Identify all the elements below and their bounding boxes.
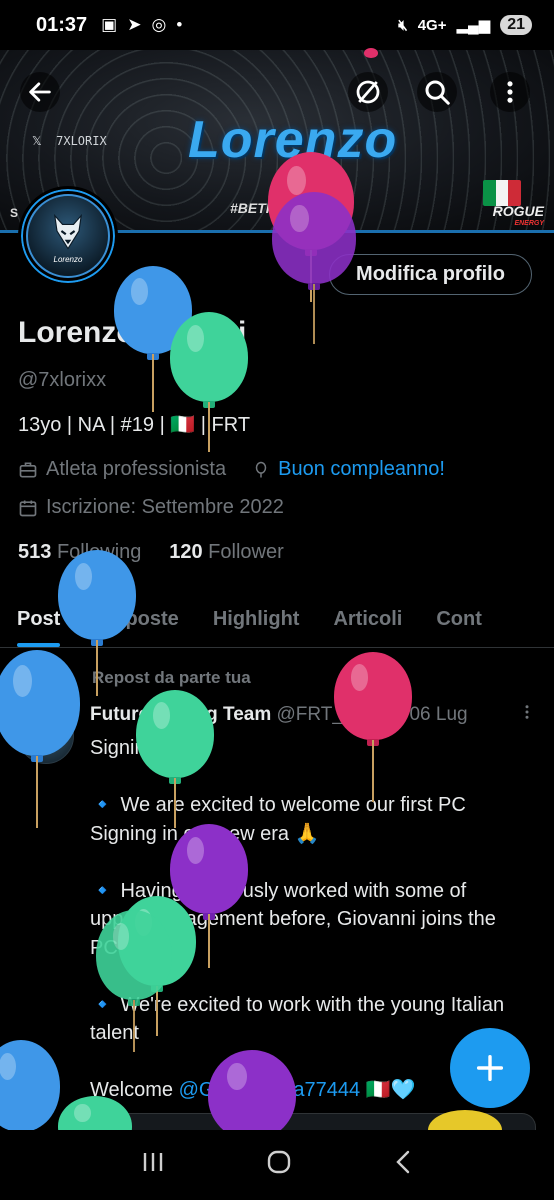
banner-title: Lorenzo [188, 111, 398, 169]
avatar-logo: Lorenzo [26, 194, 110, 278]
profile-bio: 13yo | NA | #19 | 🇮🇹 | FRT [18, 414, 251, 436]
banner-handle-text: 7XLORIX [56, 134, 107, 148]
search-button[interactable] [417, 72, 457, 112]
grok-button[interactable] [348, 72, 388, 112]
profile-avatar[interactable]: Lorenzo [18, 186, 118, 286]
dot-icon: • [176, 15, 183, 34]
tab-posts[interactable]: Post [0, 598, 77, 647]
edit-profile-button[interactable]: Modifica profilo [329, 254, 532, 295]
followers-link[interactable]: 120 Follower [169, 541, 284, 563]
signal-icon: ▂▄▆ [456, 17, 491, 34]
tab-replies[interactable]: Risposte [77, 598, 195, 647]
wolf-logo-icon [53, 213, 83, 250]
briefcase-icon [19, 462, 37, 477]
post-more-button[interactable] [518, 702, 536, 728]
post-para2: Having previously worked with some of up… [90, 879, 502, 959]
post-author-name[interactable]: Future Racing Team [90, 704, 271, 725]
search-icon [425, 80, 450, 105]
back-nav-button[interactable] [392, 1149, 414, 1182]
avatar-caption: Lorenzo [53, 254, 83, 264]
more-vertical-icon [507, 81, 513, 103]
chevron-left-icon [396, 1150, 410, 1173]
banner-x-handle: 𝕏 7XLORIX [32, 134, 107, 148]
post-line1: Signing [90, 737, 157, 759]
home-button[interactable] [266, 1149, 292, 1182]
network-label: 4G+ [417, 16, 447, 34]
diamond-icon: 🔹 [90, 794, 115, 816]
system-navigation-bar [0, 1130, 554, 1200]
balloon-decoration [0, 1040, 60, 1132]
repost-label: Repost da parte tua [92, 668, 251, 687]
compose-button[interactable] [450, 1028, 530, 1108]
post-para3: We're excited to work with the young Ita… [90, 993, 510, 1045]
profile-joined-row: Iscrizione: Settembre 2022 [18, 496, 284, 519]
recents-icon [143, 1152, 163, 1171]
calendar-icon [19, 500, 37, 516]
home-icon [267, 1150, 291, 1173]
post-author-handle[interactable]: @FRT_Rac... [277, 704, 393, 725]
tab-articles[interactable]: Articoli [316, 598, 419, 647]
italy-flag [483, 180, 521, 206]
followers-label: Follower [208, 541, 284, 563]
mute-icon: 🔇︎ [398, 16, 408, 34]
post-author-avatar[interactable] [18, 708, 74, 764]
tab-content[interactable]: Cont [419, 598, 499, 647]
status-time: 01:37 [36, 13, 88, 36]
post-date: · 06 Lug [397, 704, 468, 725]
back-arrow-icon [29, 82, 51, 102]
sponsor-sub: ENERGY [514, 220, 544, 227]
profile-stats: 513 Following 120 Follower [18, 541, 284, 564]
diamond-icon: 🔹 [90, 993, 115, 1016]
following-label: Following [56, 541, 142, 563]
back-button[interactable] [20, 72, 60, 112]
birthday-link[interactable]: Buon compleanno! [278, 458, 445, 481]
repost-icon [55, 668, 71, 688]
profile-category: Atleta professionista [46, 458, 227, 480]
banner-sponsor: ROGUE ENERGY [493, 204, 544, 229]
banner-left-mark: S [10, 206, 19, 220]
banner-hashtag: #BETHE... [230, 200, 297, 216]
screenshot-icon: ▣ [101, 15, 118, 34]
post-header: Future Racing Team @FRT_Rac... · 06 Lug [90, 704, 468, 726]
profile-joined: Iscrizione: Settembre 2022 [46, 496, 284, 518]
followers-count: 120 [169, 541, 203, 563]
profile-name: Lorenzo Ferrieri [18, 316, 247, 349]
recents-button[interactable] [140, 1150, 166, 1181]
plus-icon [476, 1054, 504, 1082]
more-button[interactable] [490, 72, 530, 112]
profile-meta-row: Atleta professionista Buon compleanno! [18, 458, 445, 481]
telegram-icon: ➤ [127, 15, 142, 34]
tab-highlights[interactable]: Highlight [196, 598, 317, 647]
notification-icons: ▣ ➤ ◎ • [101, 15, 182, 35]
nfc-icon: ◎ [151, 15, 167, 34]
post-mention-link[interactable]: @GiovanniGa77444 [179, 1079, 361, 1101]
diamond-icon: 🔹 [90, 879, 115, 902]
status-right: 🔇︎ 4G+ ▂▄▆ 21 [398, 15, 532, 35]
balloon-icon [255, 461, 267, 477]
battery-badge: 21 [500, 15, 532, 35]
profile-tabs: Post Risposte Highlight Articoli Cont [0, 598, 554, 648]
balloon-decoration [334, 652, 412, 802]
status-bar: 01:37 ▣ ➤ ◎ • 🔇︎ 4G+ ▂▄▆ 21 [0, 0, 554, 50]
grok-icon [356, 80, 380, 104]
post-para1: We are excited to welcome our first PC S… [90, 794, 472, 845]
post-welcome-tail: 🇮🇹🩵 [365, 1079, 416, 1101]
post-welcome: Welcome [90, 1079, 173, 1101]
following-count: 513 [18, 541, 52, 563]
repost-indicator: Repost da parte tua [52, 668, 251, 688]
more-vertical-icon [525, 705, 529, 719]
following-link[interactable]: 513 Following [18, 541, 141, 563]
profile-handle: @7xlorixx [18, 369, 107, 391]
